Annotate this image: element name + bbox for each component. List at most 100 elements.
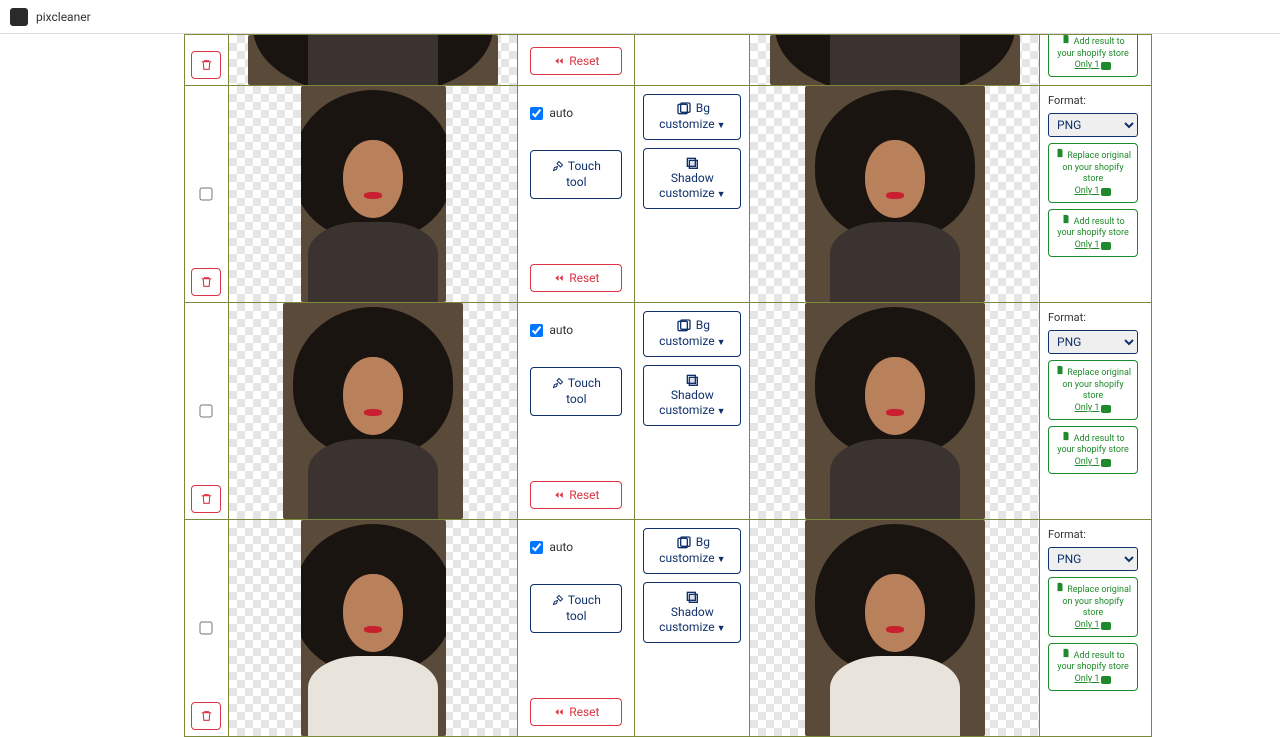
shadow-icon bbox=[683, 155, 701, 171]
rewind-icon bbox=[553, 490, 565, 500]
trash-icon bbox=[200, 275, 213, 289]
original-image bbox=[229, 520, 518, 736]
app-name: pixcleaner bbox=[36, 10, 91, 24]
shadow-customize-button[interactable]: Shadow customize▼ bbox=[643, 365, 741, 426]
credit-cost: Only 1 bbox=[1075, 403, 1112, 415]
bg-customize-button[interactable]: Bg customize▼ bbox=[643, 94, 741, 140]
replace-original-button[interactable]: Replace original on your shopify store O… bbox=[1048, 143, 1138, 203]
coin-icon bbox=[1101, 62, 1111, 70]
row-select-checkbox[interactable] bbox=[200, 405, 213, 418]
delete-button[interactable] bbox=[191, 702, 221, 730]
chevron-down-icon: ▼ bbox=[717, 624, 726, 634]
credit-cost: Only 1 bbox=[1075, 457, 1112, 469]
auto-checkbox[interactable] bbox=[530, 107, 543, 120]
original-image bbox=[229, 35, 518, 85]
file-add-icon bbox=[1061, 648, 1071, 658]
trash-icon bbox=[200, 58, 213, 72]
shadow-icon bbox=[683, 372, 701, 388]
rewind-icon bbox=[553, 273, 565, 283]
auto-toggle[interactable]: auto bbox=[530, 106, 622, 120]
bg-customize-button[interactable]: Bg customize▼ bbox=[643, 311, 741, 357]
auto-label: auto bbox=[549, 106, 573, 120]
shadow-icon bbox=[683, 589, 701, 605]
format-select[interactable]: PNG bbox=[1048, 547, 1138, 571]
rewind-icon bbox=[553, 56, 565, 66]
reset-button[interactable]: Reset bbox=[530, 698, 622, 726]
result-image bbox=[750, 520, 1039, 736]
original-image bbox=[229, 86, 518, 302]
touch-tool-button[interactable]: Touchtool bbox=[530, 367, 622, 416]
file-replace-icon bbox=[1055, 582, 1065, 592]
original-image bbox=[229, 303, 518, 519]
chevron-down-icon: ▼ bbox=[717, 190, 726, 200]
credit-cost: Only 1 bbox=[1075, 240, 1112, 252]
background-icon bbox=[675, 101, 693, 117]
table-row: auto Touchtool Reset Bg customize▼ Shado… bbox=[185, 520, 1152, 737]
table-row: Reset Add result to your shopify store O… bbox=[185, 35, 1152, 86]
file-add-icon bbox=[1061, 431, 1071, 441]
auto-toggle[interactable]: auto bbox=[530, 540, 622, 554]
coin-icon bbox=[1101, 188, 1111, 196]
trash-icon bbox=[200, 492, 213, 506]
reset-button[interactable]: Reset bbox=[530, 47, 622, 75]
shadow-customize-button[interactable]: Shadow customize▼ bbox=[643, 582, 741, 643]
tools-icon bbox=[552, 160, 564, 172]
coin-icon bbox=[1101, 242, 1111, 250]
coin-icon bbox=[1101, 459, 1111, 467]
format-label: Format: bbox=[1048, 94, 1143, 107]
add-result-button[interactable]: Add result to your shopify store Only 1 bbox=[1048, 426, 1138, 474]
auto-checkbox[interactable] bbox=[530, 541, 543, 554]
add-result-button[interactable]: Add result to your shopify store Only 1 bbox=[1048, 643, 1138, 691]
background-icon bbox=[675, 318, 693, 334]
credit-cost: Only 1 bbox=[1075, 186, 1112, 198]
chevron-down-icon: ▼ bbox=[717, 407, 726, 417]
trash-icon bbox=[200, 709, 213, 723]
table-row: auto Touchtool Reset Bg customize▼ Shado… bbox=[185, 86, 1152, 303]
touch-tool-button[interactable]: Touchtool bbox=[530, 150, 622, 199]
replace-original-button[interactable]: Replace original on your shopify store O… bbox=[1048, 360, 1138, 420]
table-row: auto Touchtool Reset Bg customize▼ Shado… bbox=[185, 303, 1152, 520]
result-image bbox=[750, 35, 1039, 85]
background-icon bbox=[675, 535, 693, 551]
chevron-down-icon: ▼ bbox=[717, 121, 726, 131]
shadow-customize-button[interactable]: Shadow customize▼ bbox=[643, 148, 741, 209]
delete-button[interactable] bbox=[191, 485, 221, 513]
add-result-button[interactable]: Add result to your shopify store Only 1 bbox=[1048, 35, 1138, 77]
delete-button[interactable] bbox=[191, 51, 221, 79]
file-replace-icon bbox=[1055, 365, 1065, 375]
row-select-checkbox[interactable] bbox=[200, 622, 213, 635]
touch-tool-button[interactable]: Touchtool bbox=[530, 584, 622, 633]
bg-customize-button[interactable]: Bg customize▼ bbox=[643, 528, 741, 574]
reset-button[interactable]: Reset bbox=[530, 264, 622, 292]
auto-label: auto bbox=[549, 323, 573, 337]
coin-icon bbox=[1101, 676, 1111, 684]
auto-checkbox[interactable] bbox=[530, 324, 543, 337]
format-label: Format: bbox=[1048, 528, 1143, 541]
file-replace-icon bbox=[1055, 148, 1065, 158]
replace-original-button[interactable]: Replace original on your shopify store O… bbox=[1048, 577, 1138, 637]
credit-cost: Only 1 bbox=[1075, 620, 1112, 632]
format-select[interactable]: PNG bbox=[1048, 113, 1138, 137]
rewind-icon bbox=[553, 707, 565, 717]
tools-icon bbox=[552, 594, 564, 606]
coin-icon bbox=[1101, 405, 1111, 413]
app-icon bbox=[10, 8, 28, 26]
result-image bbox=[750, 303, 1039, 519]
chevron-down-icon: ▼ bbox=[717, 338, 726, 348]
add-result-button[interactable]: Add result to your shopify store Only 1 bbox=[1048, 209, 1138, 257]
credit-cost: Only 1 bbox=[1075, 674, 1112, 686]
file-add-icon bbox=[1061, 214, 1071, 224]
chevron-down-icon: ▼ bbox=[717, 555, 726, 565]
auto-label: auto bbox=[549, 540, 573, 554]
credit-cost: Only 1 bbox=[1075, 60, 1112, 72]
delete-button[interactable] bbox=[191, 268, 221, 296]
reset-button[interactable]: Reset bbox=[530, 481, 622, 509]
row-select-checkbox[interactable] bbox=[200, 188, 213, 201]
result-image bbox=[750, 86, 1039, 302]
format-select[interactable]: PNG bbox=[1048, 330, 1138, 354]
auto-toggle[interactable]: auto bbox=[530, 323, 622, 337]
format-label: Format: bbox=[1048, 311, 1143, 324]
file-add-icon bbox=[1061, 35, 1071, 44]
topbar: pixcleaner bbox=[0, 0, 1280, 34]
image-table: Reset Add result to your shopify store O… bbox=[184, 34, 1152, 720]
